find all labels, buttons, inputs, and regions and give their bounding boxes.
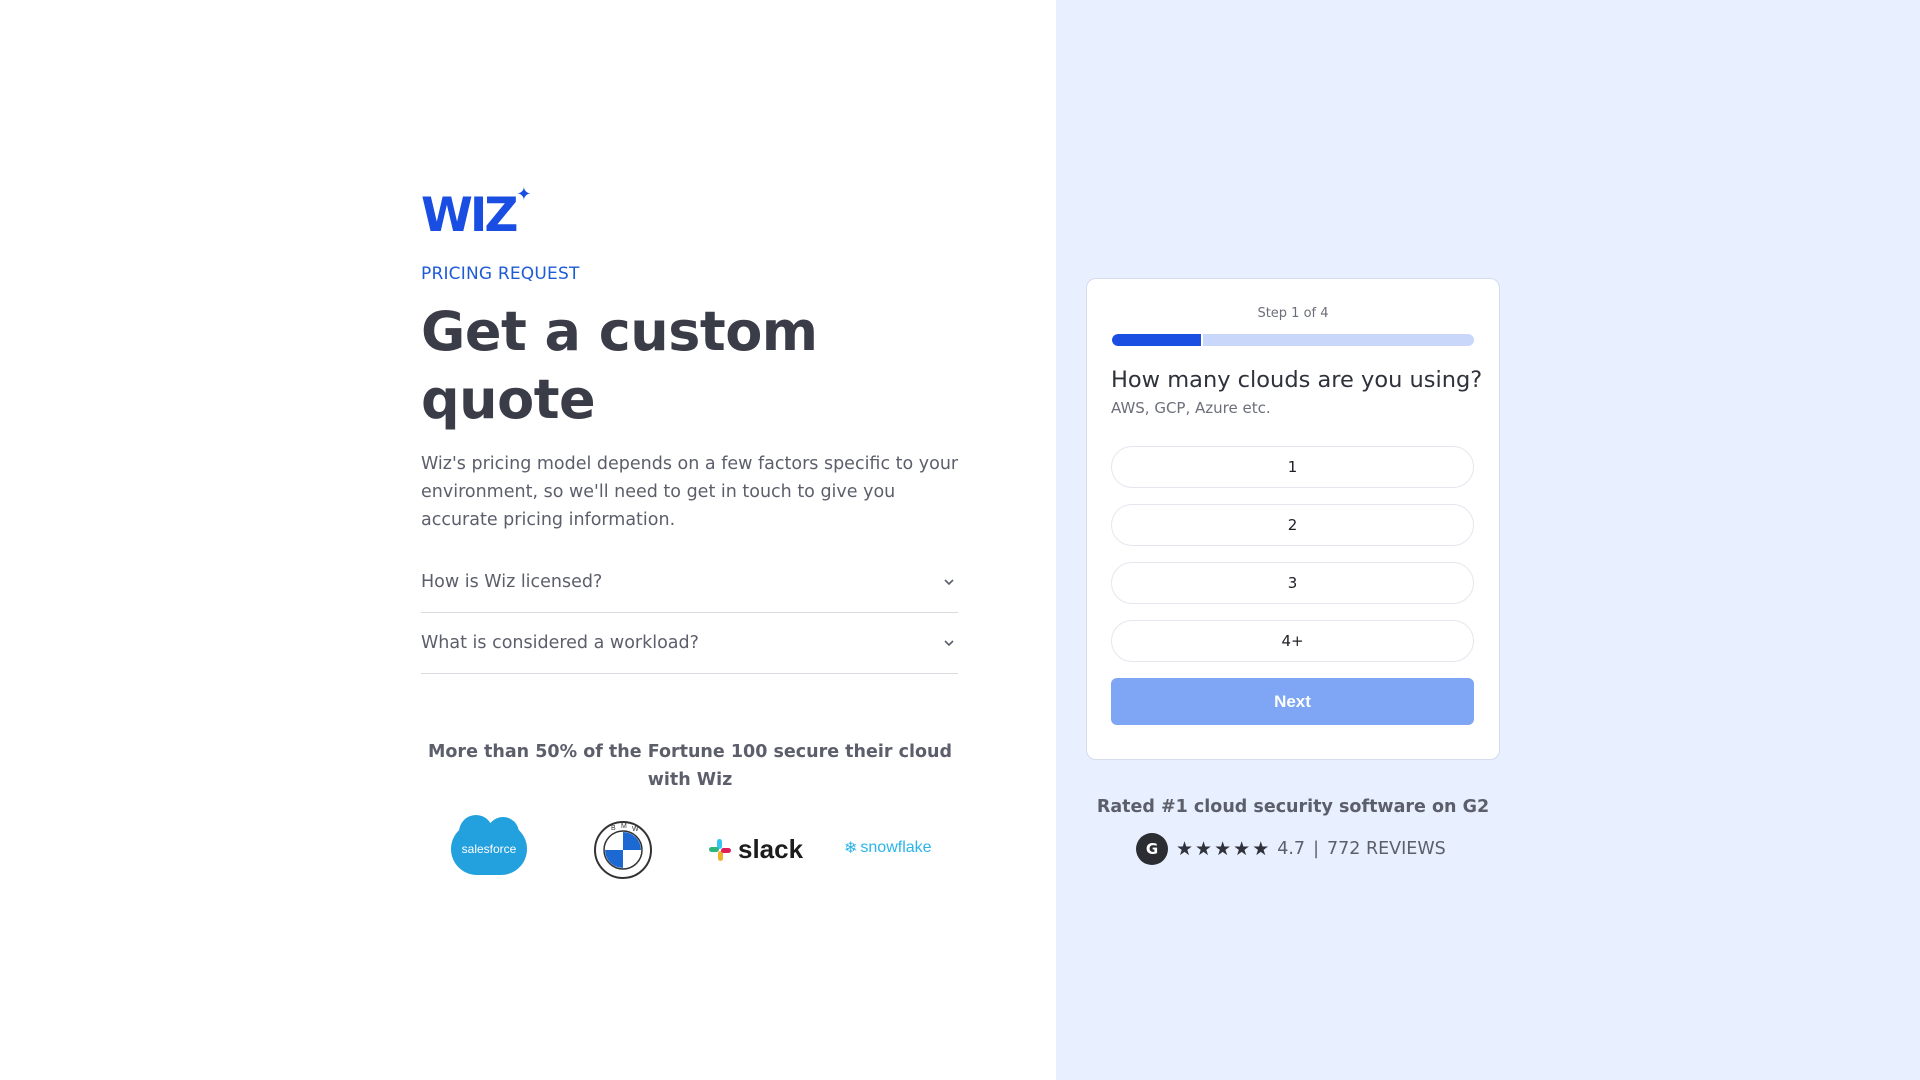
rating-separator: | bbox=[1313, 839, 1319, 859]
slack-logo: slack bbox=[708, 834, 803, 865]
star-icon: ★ bbox=[1252, 838, 1270, 860]
review-count: 772 REVIEWS bbox=[1326, 839, 1446, 859]
faq-question: What is considered a workload? bbox=[421, 633, 699, 653]
step-indicator: Step 1 of 4 bbox=[1257, 306, 1329, 321]
intro-section: WIZ ✦ PRICING REQUEST Get a custom quote… bbox=[421, 184, 959, 674]
form-question-hint: AWS, GCP, Azure etc. bbox=[1111, 399, 1271, 417]
logo-text: WIZ bbox=[421, 188, 518, 243]
page-title: Get a custom quote bbox=[421, 300, 818, 431]
progress-bar bbox=[1112, 334, 1474, 346]
snowflake-icon: ❄ bbox=[844, 840, 858, 857]
chevron-down-icon bbox=[944, 637, 954, 650]
option-2[interactable]: 2 bbox=[1111, 504, 1474, 546]
form-question: How many clouds are you using? bbox=[1111, 367, 1483, 393]
star-rating: ★ ★ ★ ★ ★ bbox=[1176, 838, 1269, 860]
customer-logos: salesforce B M W slack ❄ snowflake bbox=[436, 815, 956, 880]
g2-rating: G ★ ★ ★ ★ ★ 4.7 | 772 REVIEWS bbox=[1136, 833, 1446, 865]
star-icon: ★ bbox=[1233, 838, 1251, 860]
rating-score: 4.7 bbox=[1277, 839, 1306, 859]
wiz-logo[interactable]: WIZ ✦ bbox=[421, 184, 959, 243]
salesforce-label: salesforce bbox=[461, 842, 517, 856]
star-icon: ★ bbox=[1176, 838, 1194, 860]
bmw-logo: B M W bbox=[593, 820, 653, 884]
star-icon: ★ bbox=[1195, 838, 1213, 860]
right-panel: Step 1 of 4 How many clouds are you usin… bbox=[1056, 0, 1920, 1080]
rating-headline: Rated #1 cloud security software on G2 bbox=[1096, 797, 1490, 817]
faq-question: How is Wiz licensed? bbox=[421, 572, 603, 592]
intro-description: Wiz's pricing model depends on a few fac… bbox=[421, 454, 959, 530]
option-1[interactable]: 1 bbox=[1111, 446, 1474, 488]
answer-options: 1 2 3 4+ bbox=[1111, 446, 1474, 662]
faq-list: How is Wiz licensed? What is considered … bbox=[421, 552, 958, 674]
quote-form-card: Step 1 of 4 How many clouds are you usin… bbox=[1086, 278, 1500, 760]
eyebrow-label: PRICING REQUEST bbox=[421, 264, 580, 284]
chevron-down-icon bbox=[944, 576, 954, 589]
trust-text: More than 50% of the Fortune 100 secure … bbox=[428, 742, 952, 790]
svg-text:B: B bbox=[611, 825, 616, 832]
next-button[interactable]: Next bbox=[1111, 678, 1474, 725]
snowflake-logo: ❄ snowflake bbox=[844, 838, 932, 858]
option-3[interactable]: 3 bbox=[1111, 562, 1474, 604]
option-4-plus[interactable]: 4+ bbox=[1111, 620, 1474, 662]
svg-text:W: W bbox=[632, 826, 639, 833]
svg-text:M: M bbox=[621, 823, 627, 830]
salesforce-logo: salesforce bbox=[451, 815, 527, 875]
star-icon: ★ bbox=[1214, 838, 1232, 860]
faq-item-workload[interactable]: What is considered a workload? bbox=[421, 613, 958, 674]
sparkle-icon: ✦ bbox=[516, 184, 532, 205]
progress-fill bbox=[1112, 334, 1203, 346]
page: WIZ ✦ PRICING REQUEST Get a custom quote… bbox=[0, 0, 1920, 1080]
faq-item-licensing[interactable]: How is Wiz licensed? bbox=[421, 552, 958, 613]
slack-label: slack bbox=[738, 834, 804, 864]
trust-statement: More than 50% of the Fortune 100 secure … bbox=[421, 738, 959, 794]
g2-badge-icon: G bbox=[1136, 833, 1168, 865]
snowflake-label: snowflake bbox=[860, 839, 932, 856]
slack-icon bbox=[709, 838, 731, 861]
left-panel: WIZ ✦ PRICING REQUEST Get a custom quote… bbox=[0, 0, 1056, 1080]
